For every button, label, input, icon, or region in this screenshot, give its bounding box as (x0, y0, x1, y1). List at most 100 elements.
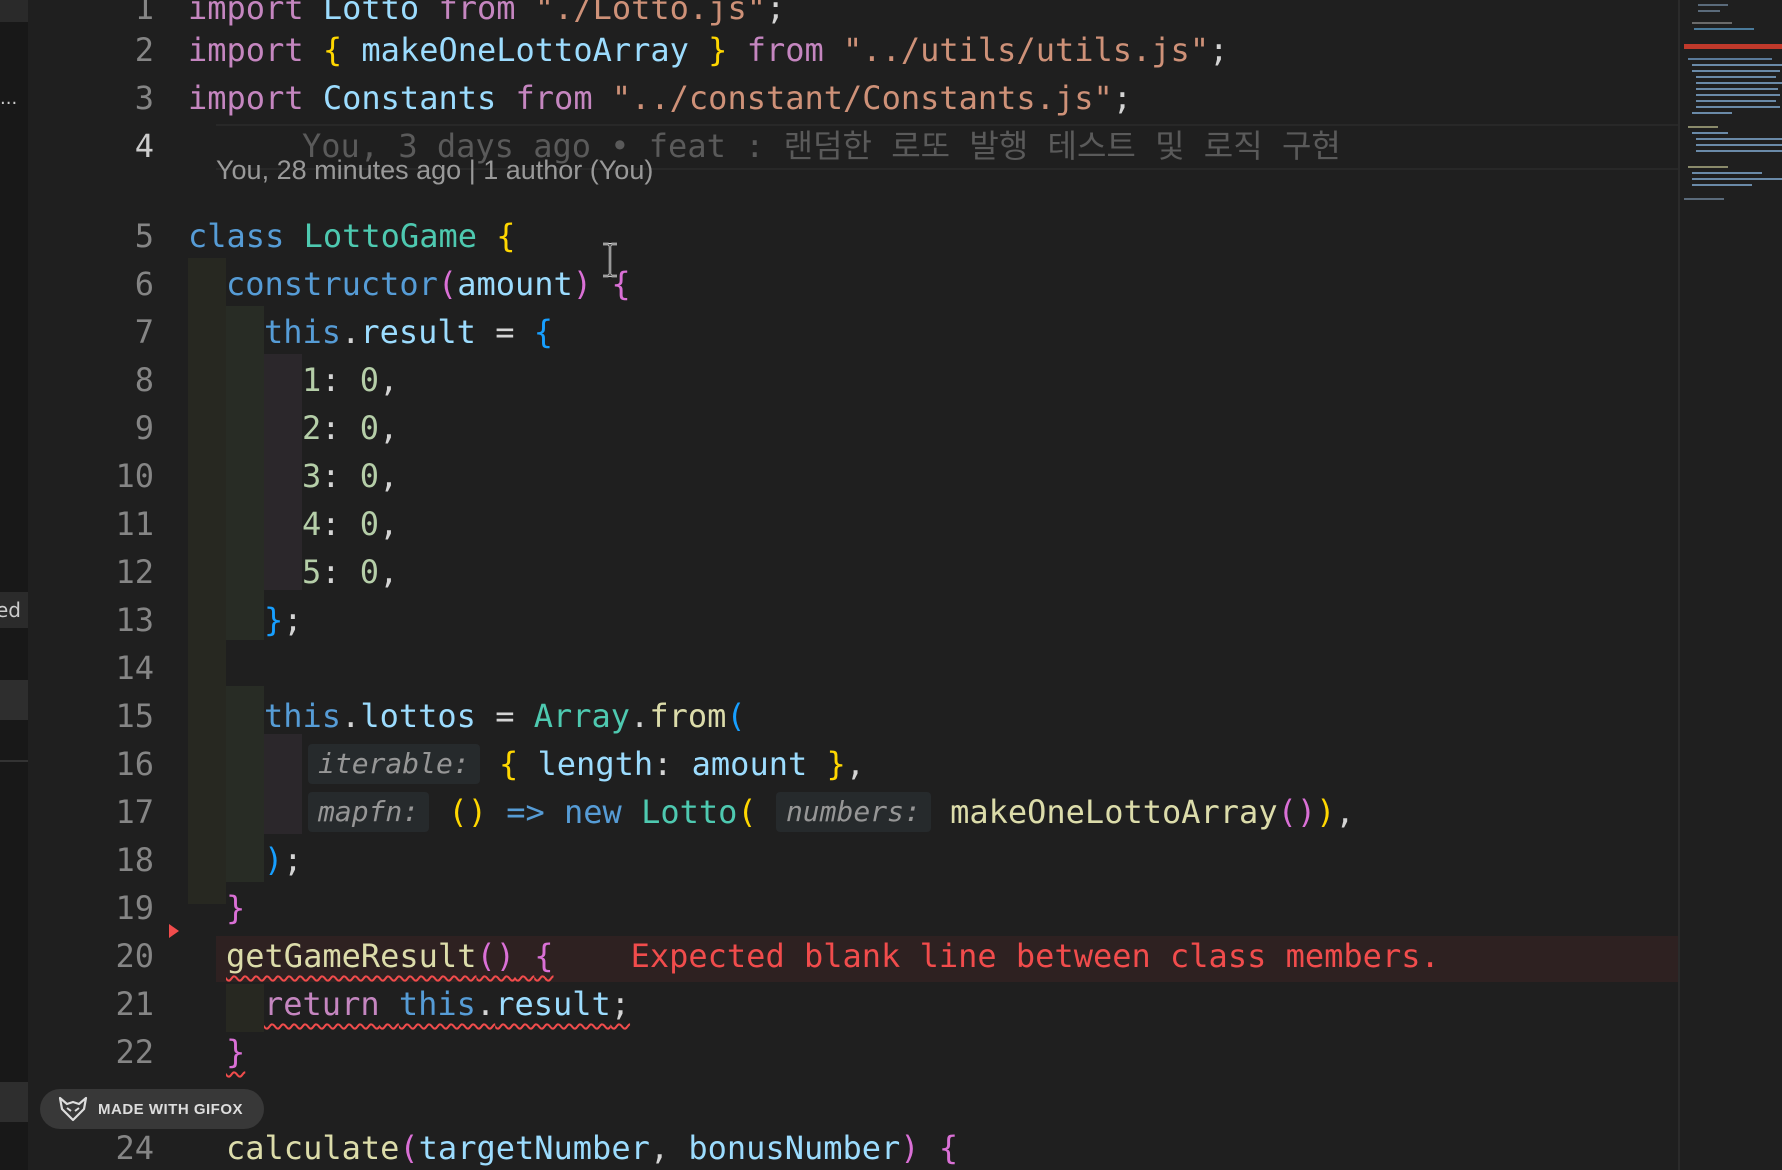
code-text[interactable]: calculate(targetNumber, bonusNumber) { (226, 1124, 958, 1170)
minimap-line (1692, 70, 1780, 72)
code-text[interactable]: this.lottos = Array.from( (264, 692, 746, 740)
token: ; (283, 841, 303, 879)
token: result (495, 985, 611, 1023)
line-number: 4 (134, 127, 154, 165)
token: amount (691, 745, 808, 783)
token: import (188, 79, 304, 117)
code-text[interactable]: return this.result; (264, 980, 630, 1028)
code-line: 19 } (28, 884, 1678, 932)
code-editor[interactable]: 1 import Lotto from "./Lotto.js"; 2 impo… (28, 0, 1678, 1170)
line-number: 5 (134, 217, 154, 255)
token: import (188, 31, 304, 69)
token: . (630, 697, 650, 735)
code-text[interactable]: }; (264, 596, 303, 644)
minimap-line (1696, 82, 1782, 84)
minimap-line (1688, 126, 1718, 128)
token: constructor (226, 265, 438, 303)
code-line: 21 return this.result; (28, 980, 1678, 1028)
code-line: 18 ); (28, 836, 1678, 884)
code-line-error: 20 getGameResult() { Expected blank line… (28, 932, 1678, 980)
token: 4 (302, 505, 322, 543)
line-number: 22 (115, 1033, 154, 1071)
code-line: 22 } (28, 1028, 1678, 1076)
code-text[interactable]: ); (264, 836, 303, 884)
code-text[interactable]: this.result = { (264, 308, 553, 356)
minimap-line (1698, 4, 1728, 6)
token: : (321, 505, 360, 543)
token: () (1277, 793, 1317, 831)
token: { (938, 1129, 959, 1167)
token: 2 (302, 409, 322, 447)
token: { (498, 745, 519, 783)
code-text[interactable]: constructor(amount) { (226, 260, 631, 308)
code-text[interactable]: getGameResult() { Expected blank line be… (226, 932, 1440, 980)
inlay-hint-mapfn: mapfn: (308, 792, 430, 832)
sidebar-item[interactable] (0, 1082, 28, 1122)
code-text[interactable]: mapfn: () => new Lotto( numbers: makeOne… (308, 788, 1355, 836)
code-text[interactable]: 2: 0, (302, 404, 398, 452)
line-number: 11 (115, 505, 154, 543)
token: ( (737, 793, 757, 831)
line-number: 24 (115, 1129, 154, 1167)
token: from (515, 79, 593, 117)
minimap-line (1696, 76, 1776, 78)
code-text[interactable]: iterable: { length: amount }, (308, 740, 865, 788)
code-text[interactable]: import Constants from "../constant/Const… (188, 74, 1132, 122)
token: : (321, 361, 360, 399)
line-number: 16 (115, 745, 154, 783)
token: this (264, 697, 342, 735)
token: : (321, 409, 360, 447)
token: ) (1316, 793, 1336, 831)
token: from (746, 31, 824, 69)
token: . (341, 697, 361, 735)
token: , (379, 457, 399, 495)
minimap[interactable] (1678, 0, 1782, 1170)
token: from (649, 697, 727, 735)
code-text[interactable]: } (226, 884, 245, 932)
token: . (475, 985, 496, 1023)
gifox-watermark-badge: MADE WITH GIFOX (40, 1089, 264, 1129)
minimap-line (1696, 138, 1782, 140)
token: from (438, 0, 516, 27)
token: lottos (360, 697, 476, 735)
token: ( (399, 1129, 419, 1167)
code-line: 7 this.result = { (28, 308, 1678, 356)
token: 5 (302, 553, 322, 591)
token: } (264, 601, 284, 639)
token: { (533, 313, 553, 351)
code-line: 2 import { makeOneLottoArray } from "../… (28, 26, 1678, 74)
text-cursor-icon (603, 242, 617, 278)
token: ; (1209, 31, 1229, 69)
code-text[interactable]: 4: 0, (302, 500, 398, 548)
line-number: 8 (134, 361, 154, 399)
line-number: 17 (115, 793, 154, 831)
token: 3 (302, 457, 322, 495)
token: , (649, 1129, 689, 1167)
codelens-authors[interactable]: You, 28 minutes ago | 1 author (You) (216, 150, 653, 190)
token: , (379, 505, 399, 543)
token: ; (1112, 79, 1133, 117)
code-text[interactable]: 3: 0, (302, 452, 398, 500)
code-text[interactable]: import { makeOneLottoArray } from "../ut… (188, 26, 1228, 74)
code-text[interactable]: } (226, 1028, 245, 1076)
code-line: 6 constructor(amount) { (28, 260, 1678, 308)
token: , (379, 553, 399, 591)
minimap-line (1688, 58, 1772, 60)
token: = (475, 313, 534, 351)
token: } (226, 1033, 246, 1071)
code-text[interactable]: class LottoGame { (188, 212, 516, 260)
code-text[interactable]: 1: 0, (302, 356, 398, 404)
token: , (1335, 793, 1355, 831)
minimap-line (1696, 94, 1780, 96)
line-number: 2 (134, 31, 154, 69)
sidebar-truncated-label[interactable]: ed (0, 592, 28, 628)
sidebar-item[interactable] (0, 680, 28, 720)
token: 0 (359, 505, 380, 543)
minimap-line (1696, 150, 1782, 152)
code-text[interactable]: 5: 0, (302, 548, 398, 596)
minimap-line (1698, 10, 1720, 12)
code-line: 9 2: 0, (28, 404, 1678, 452)
